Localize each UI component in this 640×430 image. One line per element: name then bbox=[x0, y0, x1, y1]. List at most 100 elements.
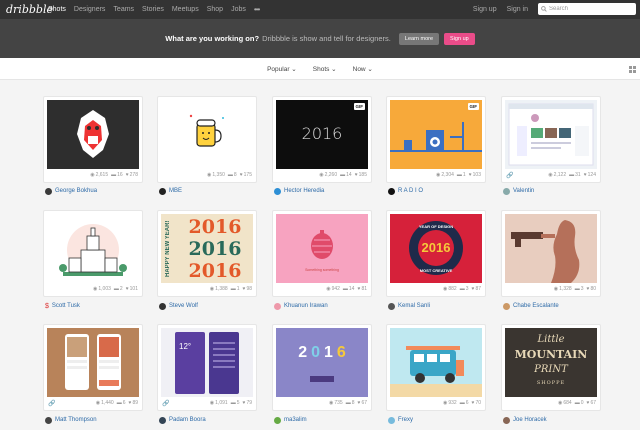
shot-author[interactable]: Joe Horacek bbox=[503, 415, 547, 425]
avatar[interactable] bbox=[388, 416, 395, 424]
search-input[interactable] bbox=[549, 4, 629, 14]
learn-more-button[interactable]: Learn more bbox=[398, 32, 440, 45]
search-box[interactable] bbox=[538, 3, 636, 15]
nav-item-jobs[interactable]: Jobs bbox=[231, 6, 246, 13]
shot-author[interactable]: ma3alim bbox=[274, 415, 307, 425]
likes-count[interactable]: ♥ 103 bbox=[469, 172, 481, 178]
shot-card[interactable]: 2016 ◉ 735 ▬ 8 ♥ 67 bbox=[272, 324, 372, 411]
nav-item-shop[interactable]: Shop bbox=[207, 6, 223, 13]
likes-count[interactable]: ♥ 124 bbox=[584, 172, 596, 178]
likes-count[interactable]: ♥ 81 bbox=[357, 286, 367, 292]
shot-thumbnail[interactable] bbox=[505, 214, 597, 283]
filter-time-dropdown[interactable]: Now ⌄ bbox=[353, 65, 373, 73]
likes-count[interactable]: ♥ 67 bbox=[586, 400, 596, 406]
avatar[interactable] bbox=[274, 302, 281, 310]
author-name[interactable]: Steve Wolf bbox=[169, 303, 198, 309]
more-menu-icon[interactable]: ••• bbox=[254, 5, 260, 14]
likes-count[interactable]: ♥ 67 bbox=[357, 400, 367, 406]
likes-count[interactable]: ♥ 87 bbox=[471, 286, 481, 292]
shot-card[interactable]: 🔗 ◉ 1,440 ▬ 6 ♥ 89 bbox=[43, 324, 143, 411]
author-name[interactable]: Joe Horacek bbox=[513, 417, 547, 423]
avatar[interactable] bbox=[503, 187, 510, 195]
shot-author[interactable]: MBE bbox=[159, 186, 182, 196]
shot-thumbnail[interactable]: GIF bbox=[390, 100, 482, 169]
avatar[interactable] bbox=[388, 187, 395, 195]
likes-count[interactable]: ♥ 80 bbox=[586, 286, 596, 292]
avatar[interactable] bbox=[274, 416, 281, 424]
avatar[interactable] bbox=[45, 187, 52, 195]
shot-card[interactable]: ◉ 2,615 ▬ 16 ♥ 278 bbox=[43, 96, 143, 183]
shot-thumbnail[interactable] bbox=[47, 100, 139, 169]
shot-card[interactable]: ◉ 1,328 ▬ 3 ♥ 80 bbox=[501, 210, 601, 297]
likes-count[interactable]: ♥ 70 bbox=[471, 400, 481, 406]
nav-item-shots[interactable]: Shots bbox=[48, 6, 66, 13]
shot-thumbnail[interactable] bbox=[47, 328, 139, 397]
avatar[interactable] bbox=[159, 416, 166, 424]
shot-author[interactable]: $ Scott Tusk bbox=[45, 301, 80, 311]
likes-count[interactable]: ♥ 98 bbox=[242, 286, 252, 292]
shot-card[interactable]: HAPPY NEW YEAR! 2016 2016 2016 ◉ 1,388 ▬ 1 ♥… bbox=[157, 210, 257, 297]
shot-card[interactable]: ◉ 932 ▬ 6 ♥ 70 bbox=[386, 324, 486, 411]
shot-thumbnail[interactable] bbox=[161, 100, 253, 169]
author-name[interactable]: ma3alim bbox=[284, 417, 307, 423]
signin-link[interactable]: Sign in bbox=[507, 6, 528, 13]
shot-card[interactable]: ◉ 1,003 ▬ 2 ♥ 101 bbox=[43, 210, 143, 297]
shot-author[interactable]: Kemal Sanli bbox=[388, 301, 430, 311]
shot-card[interactable]: ◉ 1,350 ▬ 8 ♥ 175 bbox=[157, 96, 257, 183]
avatar[interactable] bbox=[388, 302, 395, 310]
shot-thumbnail[interactable] bbox=[505, 100, 597, 169]
shot-card[interactable]: Something something ◉ 942 ▬ 14 ♥ 81 bbox=[272, 210, 372, 297]
avatar[interactable] bbox=[274, 187, 281, 195]
shot-author[interactable]: Khuanun Irawan bbox=[274, 301, 328, 311]
dribbble-logo[interactable]: dribbble bbox=[6, 3, 53, 16]
likes-count[interactable]: ♥ 185 bbox=[355, 172, 367, 178]
likes-count[interactable]: ♥ 79 bbox=[242, 400, 252, 406]
likes-count[interactable]: ♥ 175 bbox=[240, 172, 252, 178]
likes-count[interactable]: ♥ 101 bbox=[126, 286, 138, 292]
author-name[interactable]: Valentin bbox=[513, 188, 534, 194]
author-name[interactable]: George Bokhua bbox=[55, 188, 97, 194]
shot-author[interactable]: Padam Boora bbox=[159, 415, 206, 425]
shot-card[interactable]: 🔗 ◉ 2,122 ▬ 31 ♥ 124 bbox=[501, 96, 601, 183]
shot-author[interactable]: Chabe Escalante bbox=[503, 301, 559, 311]
shot-thumbnail[interactable]: Little MOUNTAIN PRINT SHOPPE bbox=[505, 328, 597, 397]
avatar[interactable] bbox=[159, 187, 166, 195]
filter-type-dropdown[interactable]: Shots ⌄ bbox=[313, 65, 337, 73]
shot-thumbnail[interactable]: HAPPY NEW YEAR! 2016 2016 2016 bbox=[161, 214, 253, 283]
shot-author[interactable]: Valentin bbox=[503, 186, 534, 196]
avatar[interactable] bbox=[159, 302, 166, 310]
shot-card[interactable]: GIF ◉ 2,304 ▬ 1 ♥ 103 bbox=[386, 96, 486, 183]
shot-thumbnail[interactable] bbox=[390, 328, 482, 397]
nav-item-stories[interactable]: Stories bbox=[142, 6, 164, 13]
shot-author[interactable]: Frexy bbox=[388, 415, 413, 425]
shot-author[interactable]: Hector Heredia bbox=[274, 186, 324, 196]
author-name[interactable]: Chabe Escalante bbox=[513, 303, 559, 309]
shot-card[interactable]: 12° 🔗 ◉ 1,091 ▬ 5 ♥ 79 bbox=[157, 324, 257, 411]
shot-card[interactable]: Little MOUNTAIN PRINT SHOPPE ◉ 684 ▬ 0 ♥ 67 bbox=[501, 324, 601, 411]
shot-author[interactable]: Matt Thompson bbox=[45, 415, 97, 425]
banner-signup-button[interactable]: Sign up bbox=[444, 32, 475, 45]
shot-thumbnail[interactable] bbox=[47, 214, 139, 283]
shot-card[interactable]: 2016 GIF ◉ 2,260 ▬ 14 ♥ 185 bbox=[272, 96, 372, 183]
nav-item-designers[interactable]: Designers bbox=[74, 6, 106, 13]
shot-thumbnail[interactable]: 2016 bbox=[276, 328, 368, 397]
shot-card[interactable]: YEAR OF DESIGN 2016 MOST CREATIVE ◉ 882 ▬… bbox=[386, 210, 486, 297]
shot-thumbnail[interactable]: 2016 GIF bbox=[276, 100, 368, 169]
avatar[interactable] bbox=[503, 302, 510, 310]
author-name[interactable]: Khuanun Irawan bbox=[284, 303, 328, 309]
shot-author[interactable]: R A D I O bbox=[388, 186, 423, 196]
shot-thumbnail[interactable]: 12° bbox=[161, 328, 253, 397]
author-name[interactable]: Scott Tusk bbox=[52, 303, 80, 309]
shot-thumbnail[interactable]: Something something bbox=[276, 214, 368, 283]
nav-item-teams[interactable]: Teams bbox=[113, 6, 134, 13]
author-name[interactable]: MBE bbox=[169, 188, 182, 194]
grid-view-icon[interactable] bbox=[629, 66, 636, 73]
avatar[interactable] bbox=[503, 416, 510, 424]
signup-link[interactable]: Sign up bbox=[473, 6, 497, 13]
avatar[interactable] bbox=[45, 416, 52, 424]
likes-count[interactable]: ♥ 89 bbox=[128, 400, 138, 406]
author-name[interactable]: Matt Thompson bbox=[55, 417, 97, 423]
author-name[interactable]: Frexy bbox=[398, 417, 413, 423]
author-name[interactable]: Padam Boora bbox=[169, 417, 206, 423]
author-name[interactable]: R A D I O bbox=[398, 188, 423, 194]
